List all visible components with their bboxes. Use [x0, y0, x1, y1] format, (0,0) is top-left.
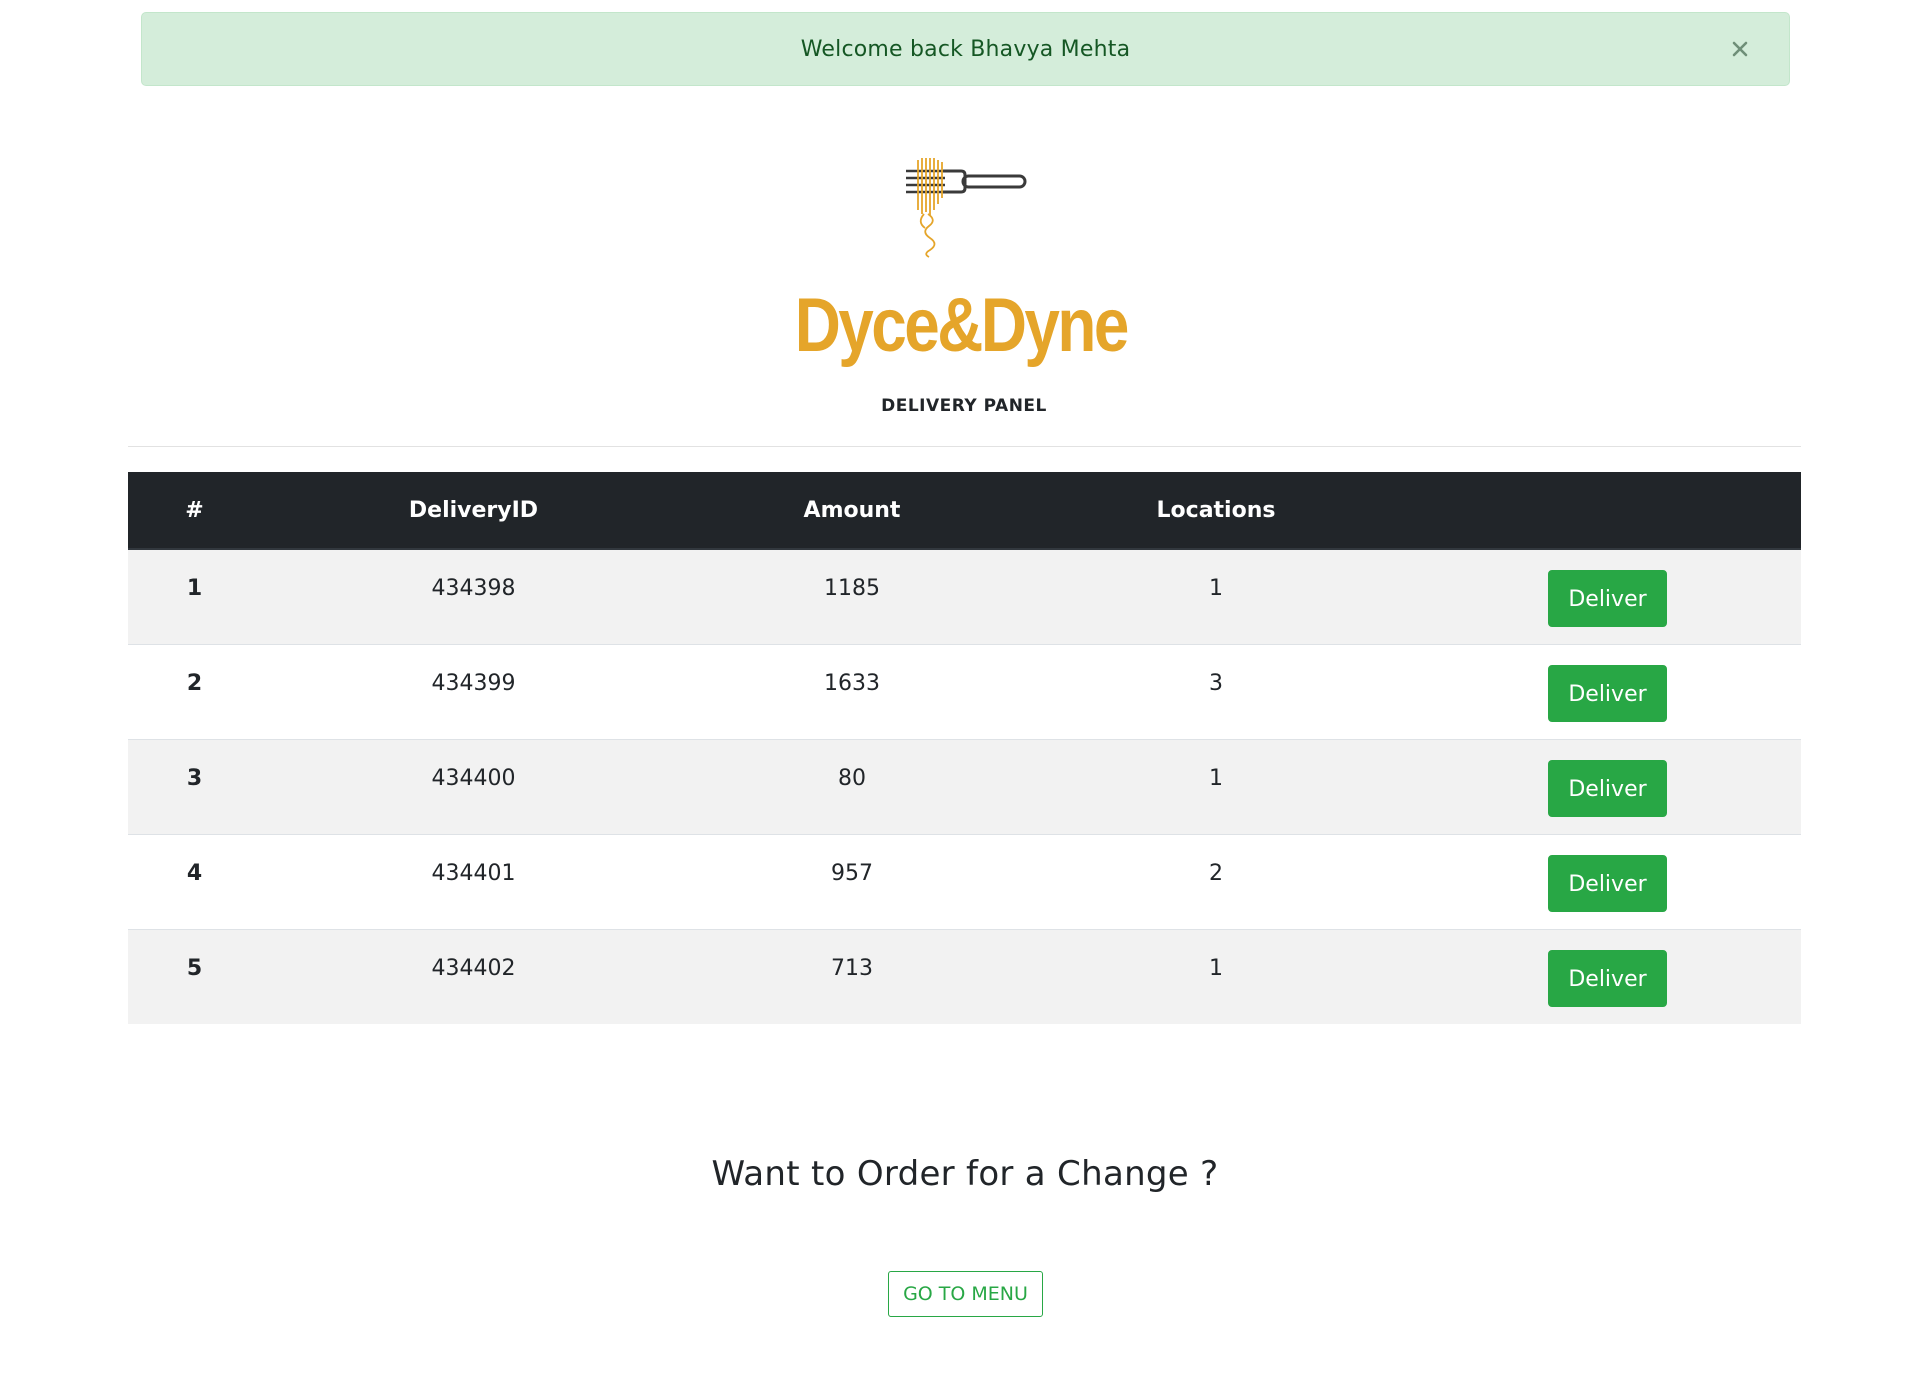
alert-message: Welcome back Bhavya Mehta [800, 36, 1131, 62]
locations: 2 [1209, 861, 1223, 886]
amount: 713 [831, 956, 873, 981]
brand-name: Dyce&Dyne [794, 283, 1130, 368]
delivery-id: 434398 [431, 576, 516, 601]
row-number: 3 [186, 766, 203, 791]
divider [128, 446, 1801, 447]
close-icon[interactable] [1727, 36, 1753, 62]
table-row: 3 434400 80 1 Deliver [128, 739, 1801, 835]
fork-noodles-icon [906, 158, 1027, 258]
row-number: 5 [186, 956, 203, 981]
amount: 1185 [824, 576, 880, 601]
delivery-id: 434400 [431, 766, 516, 791]
table-row: 1 434398 1185 1 Deliver [128, 548, 1801, 645]
panel-subtitle: DELIVERY PANEL [881, 396, 1047, 416]
header-number: # [128, 472, 261, 550]
row-number: 4 [186, 861, 203, 886]
deliver-button[interactable]: Deliver [1548, 760, 1667, 817]
order-prompt-heading: Want to Order for a Change ? [711, 1154, 1219, 1194]
table-header-row: # DeliveryID Amount Locations [128, 472, 1801, 550]
table-row: 5 434402 713 1 Deliver [128, 929, 1801, 1024]
welcome-alert: Welcome back Bhavya Mehta [141, 12, 1790, 86]
amount: 1633 [824, 671, 880, 696]
header-delivery-id: DeliveryID [261, 472, 686, 550]
header-amount: Amount [686, 472, 1018, 550]
locations: 1 [1209, 576, 1223, 601]
delivery-id: 434402 [431, 956, 516, 981]
header-action [1414, 472, 1801, 550]
locations: 1 [1209, 766, 1223, 791]
deliver-button[interactable]: Deliver [1548, 855, 1667, 912]
row-number: 2 [186, 671, 203, 696]
deliver-button[interactable]: Deliver [1548, 950, 1667, 1007]
delivery-id: 434399 [431, 671, 516, 696]
go-to-menu-button[interactable]: GO TO MENU [888, 1271, 1043, 1317]
locations: 3 [1209, 671, 1223, 696]
amount: 957 [831, 861, 873, 886]
delivery-id: 434401 [431, 861, 516, 886]
amount: 80 [838, 766, 866, 791]
deliver-button[interactable]: Deliver [1548, 570, 1667, 627]
row-number: 1 [186, 576, 203, 601]
table-row: 4 434401 957 2 Deliver [128, 834, 1801, 930]
page: Welcome back Bhavya Mehta Dyce&Dyne DELI… [0, 0, 1920, 1381]
table-row: 2 434399 1633 3 Deliver [128, 644, 1801, 740]
header-locations: Locations [1018, 472, 1414, 550]
locations: 1 [1209, 956, 1223, 981]
deliver-button[interactable]: Deliver [1548, 665, 1667, 722]
deliveries-table: # DeliveryID Amount Locations 1 434398 1… [128, 472, 1801, 1024]
